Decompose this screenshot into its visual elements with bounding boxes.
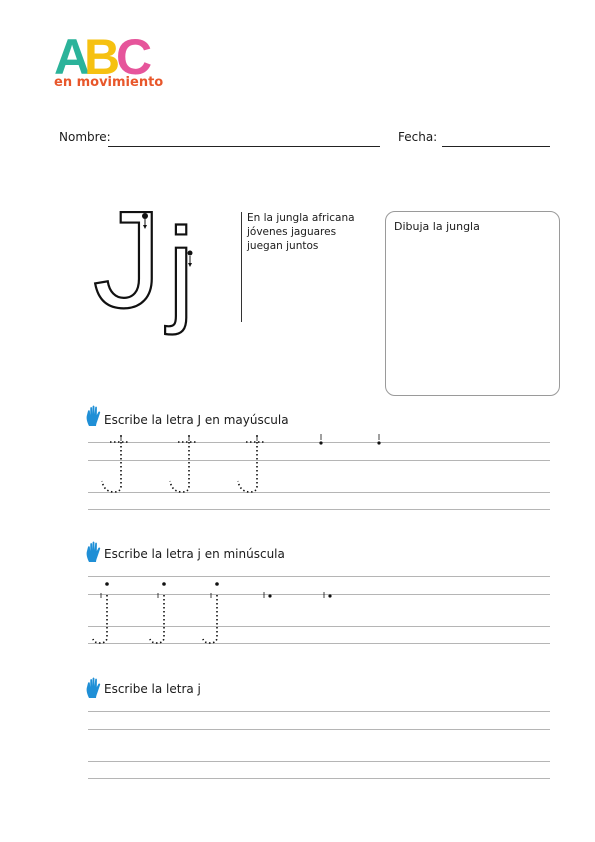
hand-icon bbox=[86, 677, 102, 699]
section-title: Escribe la letra j en minúscula bbox=[104, 547, 285, 561]
start-dot bbox=[328, 594, 332, 598]
lowercase-letter-outline: j bbox=[165, 204, 194, 336]
name-field[interactable] bbox=[108, 146, 380, 147]
traced-lowercase-j bbox=[202, 595, 218, 644]
phrase-line: jóvenes jaguares bbox=[247, 226, 337, 238]
phrase: En la jungla africana jóvenes jaguares j… bbox=[247, 211, 355, 253]
hand-icon bbox=[86, 405, 102, 427]
tracing-area[interactable] bbox=[88, 575, 550, 647]
traced-lowercase-j bbox=[149, 595, 165, 644]
section-title: Escribe la letra J en mayúscula bbox=[104, 413, 289, 427]
uppercase-letter-outline: J bbox=[93, 183, 162, 337]
traced-lowercase-j bbox=[92, 595, 108, 644]
hand-icon bbox=[86, 541, 102, 563]
start-dot bbox=[319, 441, 323, 445]
name-label: Nombre: bbox=[59, 130, 111, 144]
start-dot bbox=[377, 441, 381, 445]
phrase-line: juegan juntos bbox=[247, 240, 319, 252]
separator bbox=[241, 212, 242, 322]
writing-area[interactable] bbox=[88, 710, 550, 780]
tracing-area[interactable] bbox=[88, 430, 550, 500]
traced-uppercase-j bbox=[101, 441, 130, 493]
traced-uppercase-j bbox=[237, 441, 266, 493]
phrase-line: En la jungla africana bbox=[247, 212, 355, 224]
section-title: Escribe la letra j bbox=[104, 682, 201, 696]
letter-display: J j bbox=[90, 182, 220, 360]
date-label: Fecha: bbox=[398, 130, 438, 144]
guide-line bbox=[88, 509, 550, 510]
logo: A B C bbox=[54, 29, 154, 85]
start-dot bbox=[268, 594, 272, 598]
drawing-box-label: Dibuja la jungla bbox=[394, 220, 480, 233]
logo-subtitle: en movimiento bbox=[54, 75, 164, 90]
traced-uppercase-j bbox=[169, 441, 198, 493]
date-field[interactable] bbox=[442, 146, 550, 147]
drawing-box[interactable]: Dibuja la jungla bbox=[385, 211, 560, 396]
